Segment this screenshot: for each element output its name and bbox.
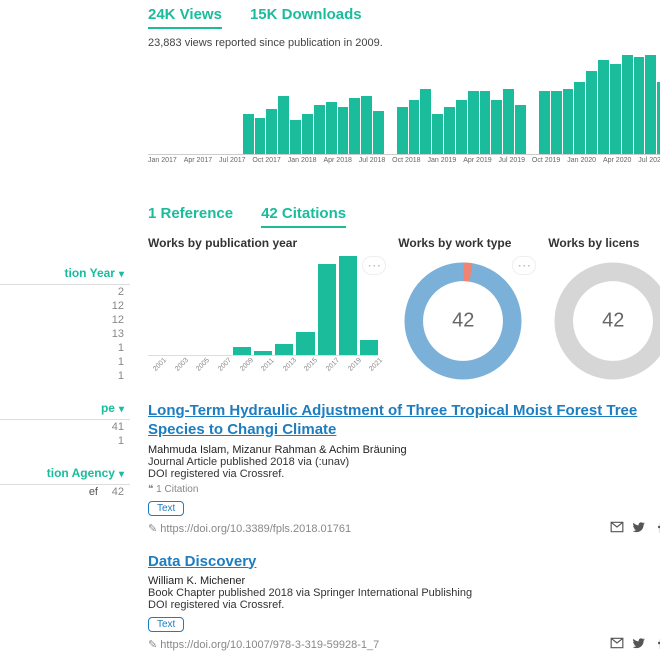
bar xyxy=(432,114,443,155)
more-icon[interactable]: ⋯ xyxy=(362,256,386,275)
facet-sidebar: tion Year▾ 2121213111 pe▾ 411 tion Agenc… xyxy=(0,248,130,499)
bar xyxy=(634,57,645,154)
text-badge[interactable]: Text xyxy=(148,617,184,632)
bar xyxy=(456,100,467,154)
facet-row[interactable]: 1 xyxy=(0,341,130,355)
twitter-icon[interactable] xyxy=(632,520,646,537)
bar xyxy=(574,82,585,154)
bar xyxy=(360,340,378,355)
bar xyxy=(373,111,384,154)
bar xyxy=(468,91,479,154)
bar xyxy=(233,347,251,355)
bar xyxy=(563,89,574,154)
facet-row[interactable]: 1 xyxy=(0,355,130,369)
entry-meta: DOI registered via Crossref. xyxy=(148,599,660,611)
citation-tabs: 1 Reference 42 Citations xyxy=(148,205,660,228)
email-icon[interactable] xyxy=(610,636,624,653)
twitter-icon[interactable] xyxy=(632,636,646,653)
facet-row[interactable]: 13 xyxy=(0,327,130,341)
citation-entry: Long-Term Hydraulic Adjustment of Three … xyxy=(148,402,660,537)
bar xyxy=(420,89,431,154)
bar xyxy=(278,96,289,155)
bar xyxy=(349,98,360,154)
bar xyxy=(586,71,597,154)
facet-row[interactable]: ef 42 xyxy=(0,485,130,499)
bar xyxy=(296,332,314,355)
facebook-icon[interactable] xyxy=(654,636,660,653)
bar xyxy=(409,100,420,154)
entry-title-link[interactable]: Data Discovery xyxy=(148,553,256,570)
facet-heading-type[interactable]: pe▾ xyxy=(0,397,130,420)
usage-tabs: 24K Views 15K Downloads xyxy=(148,6,660,29)
email-icon[interactable] xyxy=(610,520,624,537)
facebook-icon[interactable] xyxy=(654,520,660,537)
facet-row[interactable]: 2 xyxy=(0,285,130,299)
entry-authors: William K. Michener xyxy=(148,575,660,587)
tab-downloads[interactable]: 15K Downloads xyxy=(250,6,362,29)
panel-works-by-type: Works by work type 42 ⋯ xyxy=(398,236,528,386)
bar xyxy=(338,107,349,154)
entry-meta: DOI registered via Crossref. xyxy=(148,468,660,480)
doi-link[interactable]: ✎ https://doi.org/10.1007/978-3-319-5992… xyxy=(148,638,379,651)
quote-icon: ❝ xyxy=(148,484,156,495)
bar xyxy=(339,256,357,355)
entry-authors: Mahmuda Islam, Mizanur Rahman & Achim Br… xyxy=(148,444,660,456)
facet-row[interactable]: 1 xyxy=(0,369,130,383)
bar xyxy=(397,107,408,154)
facet-heading-agency[interactable]: tion Agency▾ xyxy=(0,462,130,485)
tab-views[interactable]: 24K Views xyxy=(148,6,222,29)
bar xyxy=(645,55,656,154)
doi-link[interactable]: ✎ https://doi.org/10.3389/fpls.2018.0176… xyxy=(148,522,351,535)
tab-references[interactable]: 1 Reference xyxy=(148,205,233,228)
edit-icon: ✎ xyxy=(148,523,160,535)
views-bar-chart: Jan 2017Apr 2017Jul 2017Oct 2017Jan 2018… xyxy=(148,55,660,179)
bar xyxy=(503,89,514,154)
facet-heading-year[interactable]: tion Year▾ xyxy=(0,262,130,285)
entry-citation-count: ❝ 1 Citation xyxy=(148,484,660,495)
bar xyxy=(444,107,455,154)
citation-entry: Data Discovery William K. Michener Book … xyxy=(148,553,660,654)
bar xyxy=(266,109,277,154)
facet-row[interactable]: 41 xyxy=(0,420,130,434)
bar xyxy=(598,60,609,155)
facet-row[interactable]: 1 xyxy=(0,434,130,448)
bar xyxy=(314,105,325,155)
bar xyxy=(290,120,301,154)
panel-works-by-year: Works by publication year 20012003200520… xyxy=(148,236,378,365)
bar xyxy=(551,91,562,154)
facet-row[interactable]: 12 xyxy=(0,299,130,313)
panel-works-by-license: Works by licens 42 xyxy=(548,236,660,386)
bar xyxy=(254,351,272,355)
more-icon[interactable]: ⋯ xyxy=(512,256,536,275)
bar xyxy=(480,91,491,154)
tab-citations[interactable]: 42 Citations xyxy=(261,205,346,228)
bar xyxy=(302,114,313,155)
bar xyxy=(275,344,293,355)
chevron-down-icon: ▾ xyxy=(119,404,124,415)
bar xyxy=(622,55,633,154)
donut-center-value: 42 xyxy=(452,310,474,333)
text-badge[interactable]: Text xyxy=(148,501,184,516)
bar xyxy=(610,64,621,154)
usage-caption: 23,883 views reported since publication … xyxy=(148,37,660,49)
bar xyxy=(539,91,550,154)
entry-meta: Book Chapter published 2018 via Springer… xyxy=(148,587,660,599)
chevron-down-icon: ▾ xyxy=(119,269,124,280)
bar xyxy=(243,114,254,155)
entry-title-link[interactable]: Long-Term Hydraulic Adjustment of Three … xyxy=(148,402,637,438)
donut-center-value: 42 xyxy=(602,310,624,333)
bar xyxy=(515,105,526,155)
bar xyxy=(491,100,502,154)
edit-icon: ✎ xyxy=(148,639,160,651)
entry-meta: Journal Article published 2018 via (:una… xyxy=(148,456,660,468)
chevron-down-icon: ▾ xyxy=(119,469,124,480)
bar xyxy=(318,264,336,355)
bar xyxy=(255,118,266,154)
bar xyxy=(326,102,337,154)
bar xyxy=(361,96,372,155)
facet-row[interactable]: 12 xyxy=(0,313,130,327)
